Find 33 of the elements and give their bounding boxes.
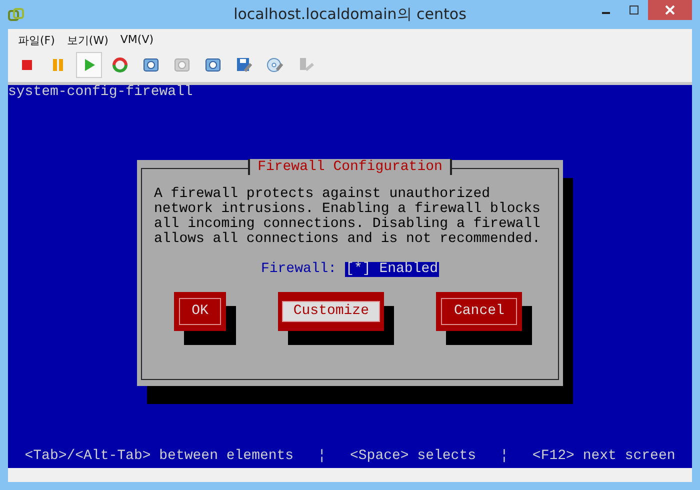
menu-item[interactable]: 보기(W) [66,33,108,48]
console-header: system-config-firewall [8,85,193,100]
checkbox[interactable]: [*] Enabled [344,262,440,277]
app-logo-icon [8,6,24,22]
dialog-title: Firewall Configuration [248,159,452,175]
key-hint: <Space> selects [350,449,476,464]
message-line: all incoming connections. Disabling a firewall [154,217,540,232]
minimize-icon [602,12,610,14]
camera-icon [173,56,191,74]
play-button[interactable] [76,52,102,78]
key-hint: ¦ [318,449,326,464]
menu-item[interactable]: VM(V) [120,33,154,48]
key-hint: <Tab>/<Alt-Tab> between elements [24,449,294,464]
dialog-button[interactable]: Customize [278,292,384,331]
usb-drive-icon [297,56,315,74]
close-icon [665,5,675,15]
key-hint: <F12> next screen [532,449,676,464]
window-title: localhost.localdomain의 centos [234,5,466,24]
field-label: Firewall: [260,262,337,277]
camera-icon [142,56,160,74]
maximize-icon [629,5,639,15]
message-line: network intrusions. Enabling a firewall blocks [154,202,540,217]
message-line: A firewall protects against unauthorized [154,187,490,202]
message-line: allows all connections and is not recommended. [154,232,540,247]
dialog-button[interactable]: Cancel [436,292,522,331]
key-hint: ¦ [500,449,508,464]
menu-item[interactable]: 파일(F) [18,33,55,48]
dialog-button[interactable]: OK [174,292,226,331]
camera-icon [204,56,222,74]
close-button[interactable] [648,0,692,20]
floppy-disk-icon [235,56,253,74]
disc-icon [266,56,284,74]
reset-icon [111,56,129,74]
